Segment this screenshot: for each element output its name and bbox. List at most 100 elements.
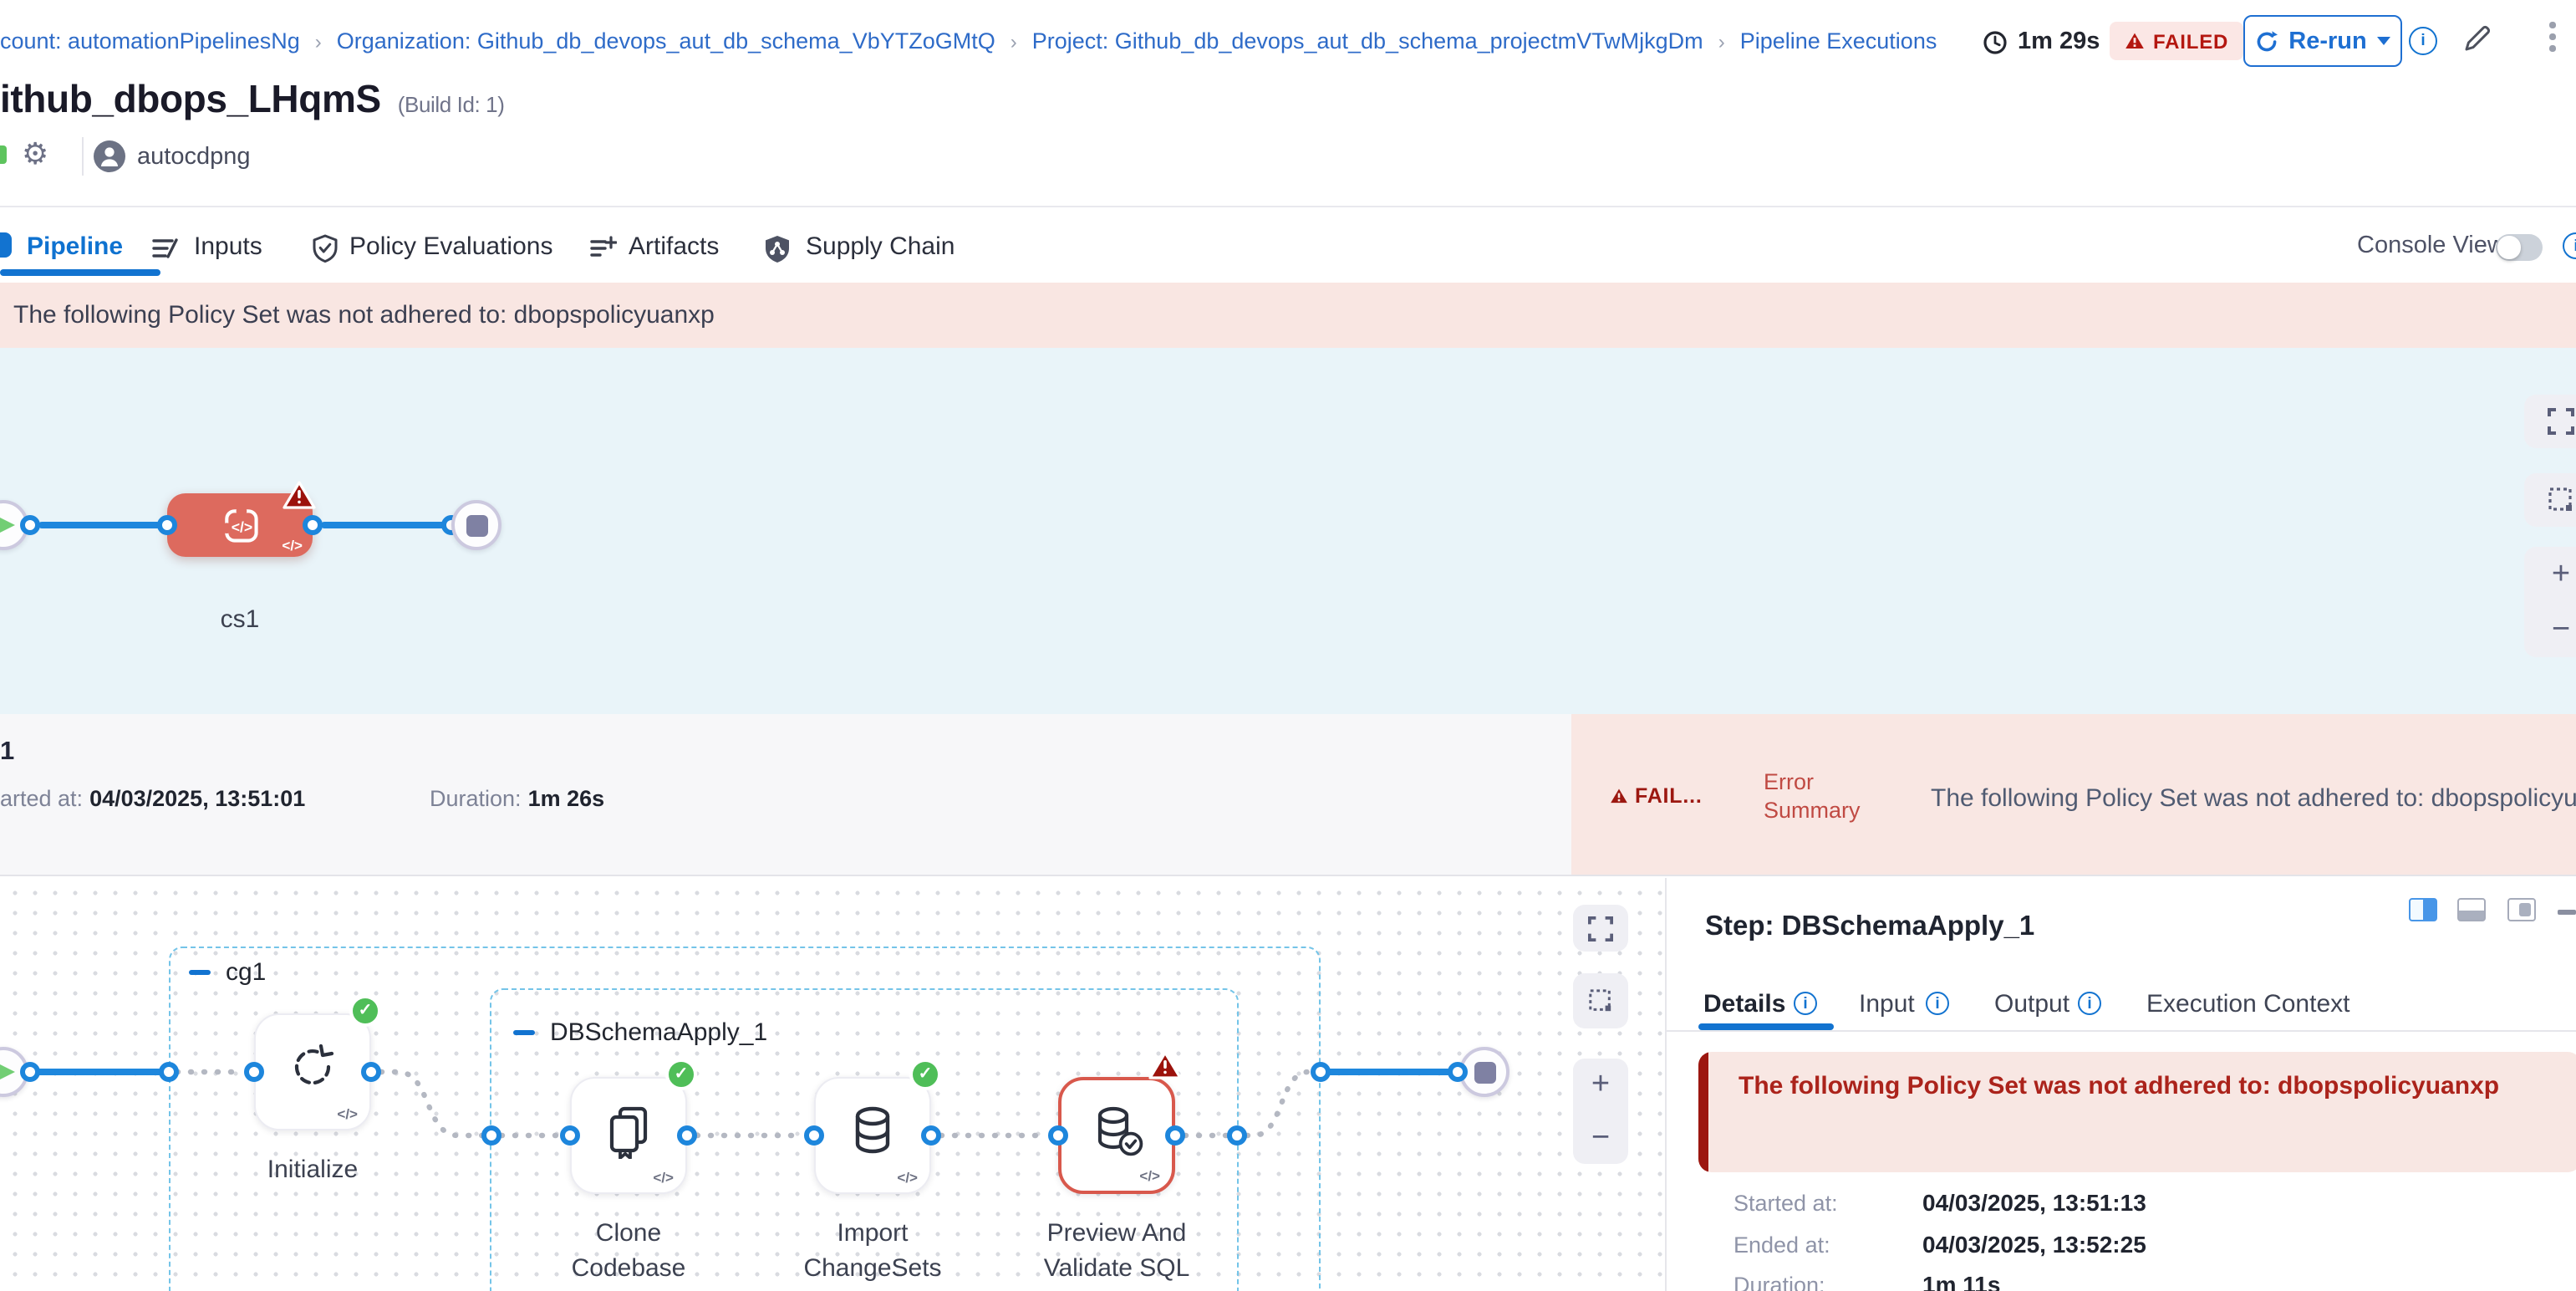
breadcrumb-organization[interactable]: Organization: Github_db_devops_aut_db_sc…	[337, 28, 995, 54]
rerun-button-label: Re-run	[2288, 28, 2366, 54]
connector-port	[159, 1062, 179, 1082]
marquee-select-button[interactable]	[2524, 473, 2576, 527]
connector-line	[38, 523, 160, 528]
divider	[82, 137, 84, 176]
elapsed-time: 1m 29s	[1983, 28, 2100, 55]
tab-output[interactable]: Output	[1994, 990, 2069, 1018]
zoom-in-button[interactable]: +	[1591, 1069, 1610, 1101]
more-options-menu[interactable]	[2543, 22, 2563, 62]
tab-details[interactable]: Details	[1703, 990, 1785, 1018]
code-glyph: </>	[897, 1169, 918, 1186]
step-panel-title: Step: DBSchemaApply_1	[1705, 911, 2034, 943]
fullscreen-icon	[2548, 408, 2574, 435]
triggered-by-user: autocdpng	[137, 144, 250, 171]
breadcrumb-project[interactable]: Project: Github_db_devops_aut_db_schema_…	[1032, 28, 1703, 54]
edit-pipeline-button[interactable]	[2461, 22, 2497, 59]
status-badge-label: FAILED	[2153, 29, 2228, 53]
info-icon[interactable]: i	[2409, 27, 2437, 55]
step-label-import-changesets: Import ChangeSets	[781, 1216, 965, 1286]
ended-at-label: Ended at:	[1733, 1232, 1830, 1258]
policy-evaluations-tab-icon	[311, 234, 339, 263]
stage-summary-bar[interactable]: 1 arted at:04/03/2025, 13:51:01 Duration…	[0, 714, 2576, 876]
minimize-panel-button[interactable]	[2558, 910, 2576, 914]
tab-artifacts[interactable]: Artifacts	[629, 232, 719, 261]
console-view-toggle[interactable]	[2496, 234, 2543, 260]
error-summary-label: Error Summary	[1764, 768, 1874, 824]
layout-bottom-view-button[interactable]	[2457, 898, 2486, 921]
breadcrumb-separator: ›	[1011, 29, 1017, 53]
tab-input[interactable]: Input	[1859, 990, 1915, 1018]
rerun-button[interactable]: Re-run	[2243, 15, 2402, 67]
step-label-initialize: Initialize	[221, 1152, 405, 1187]
layout-floating-view-button[interactable]	[2507, 898, 2536, 921]
details-info-icon[interactable]: i	[1794, 992, 1817, 1015]
stage-label: cs1	[167, 605, 313, 633]
step-error-box: The following Policy Set was not adhered…	[1698, 1052, 2576, 1172]
console-view-label: Console View	[2357, 232, 2505, 259]
zoom-out-button[interactable]: −	[1591, 1122, 1610, 1154]
tab-supply-chain[interactable]: Supply Chain	[806, 232, 955, 261]
step-import-changesets[interactable]: </>	[814, 1077, 931, 1194]
step-preview-validate-sql[interactable]: </>	[1058, 1077, 1175, 1194]
tab-policy-evaluations[interactable]: Policy Evaluations	[349, 232, 552, 261]
fullscreen-button[interactable]	[1573, 905, 1628, 952]
stage-graph-canvas[interactable]: </> </> cs1 +	[0, 347, 2576, 714]
step-initialize[interactable]: </>	[254, 1013, 371, 1130]
marquee-select-button[interactable]	[1573, 973, 1628, 1028]
stage-fail-badge: FAIL...	[1610, 784, 1703, 808]
play-icon	[0, 516, 15, 533]
gear-icon[interactable]: ⚙	[22, 137, 48, 172]
connector-port	[677, 1125, 697, 1146]
connector-line	[321, 523, 446, 528]
success-badge: ✓	[349, 995, 381, 1027]
tab-execution-context[interactable]: Execution Context	[2146, 990, 2350, 1018]
policy-violation-banner-text: The following Policy Set was not adhered…	[13, 301, 715, 329]
initialize-icon	[284, 1039, 341, 1096]
success-badge: ✓	[665, 1059, 697, 1090]
step-graph-canvas[interactable]: cg1 DBSchemaApply_1	[0, 878, 1665, 1291]
tab-inputs[interactable]: Inputs	[194, 232, 262, 261]
connector-port	[157, 515, 177, 535]
preview-validate-sql-icon	[1088, 1103, 1145, 1160]
breadcrumb: count: automationPipelinesNg › Organizat…	[0, 28, 1937, 54]
step-label-clone-codebase: Clone Codebase	[537, 1216, 720, 1286]
pipeline-tab-icon	[0, 232, 12, 258]
active-tab-underline	[0, 269, 160, 275]
chevron-down-icon	[2377, 37, 2390, 45]
connector-port	[481, 1125, 501, 1146]
connector-port	[1165, 1125, 1185, 1146]
code-glyph: </>	[282, 537, 303, 554]
breadcrumb-account[interactable]: count: automationPipelinesNg	[0, 28, 300, 54]
code-glyph: </>	[1139, 1167, 1160, 1184]
user-icon	[94, 140, 125, 172]
breadcrumb-pipeline-executions[interactable]: Pipeline Executions	[1740, 28, 1937, 54]
zoom-controls: + −	[2524, 547, 2576, 657]
duration-value: 1m 11s	[1922, 1271, 2000, 1291]
stage-started-at: arted at:04/03/2025, 13:51:01	[0, 786, 305, 811]
step-clone-codebase[interactable]: </>	[570, 1077, 687, 1194]
artifacts-tab-icon	[588, 234, 617, 263]
divider	[1667, 1030, 2576, 1032]
zoom-out-button[interactable]: −	[2552, 614, 2570, 646]
svg-text:</>: </>	[232, 518, 252, 535]
layout-right-view-button[interactable]	[2409, 898, 2437, 921]
inputs-tab-icon	[150, 234, 179, 263]
connector-port	[921, 1125, 941, 1146]
zoom-in-button[interactable]: +	[2552, 559, 2570, 590]
supply-chain-tab-icon	[762, 234, 792, 264]
marquee-icon	[2548, 487, 2574, 513]
pencil-icon	[2461, 22, 2494, 55]
connector-port	[20, 1062, 40, 1082]
started-at-label: Started at:	[1733, 1191, 1838, 1216]
input-info-icon[interactable]: i	[1926, 992, 1949, 1015]
tab-pipeline[interactable]: Pipeline	[27, 232, 123, 261]
console-view-info-icon[interactable]: i	[2563, 232, 2576, 259]
import-changesets-icon	[844, 1103, 901, 1160]
fullscreen-button[interactable]	[2524, 395, 2576, 448]
step-failed-badge	[1148, 1050, 1182, 1080]
connector-port	[361, 1062, 381, 1082]
connector-port	[244, 1062, 264, 1082]
code-glyph: </>	[653, 1169, 674, 1186]
output-info-icon[interactable]: i	[2078, 992, 2101, 1015]
status-badge: FAILED	[2110, 22, 2243, 60]
